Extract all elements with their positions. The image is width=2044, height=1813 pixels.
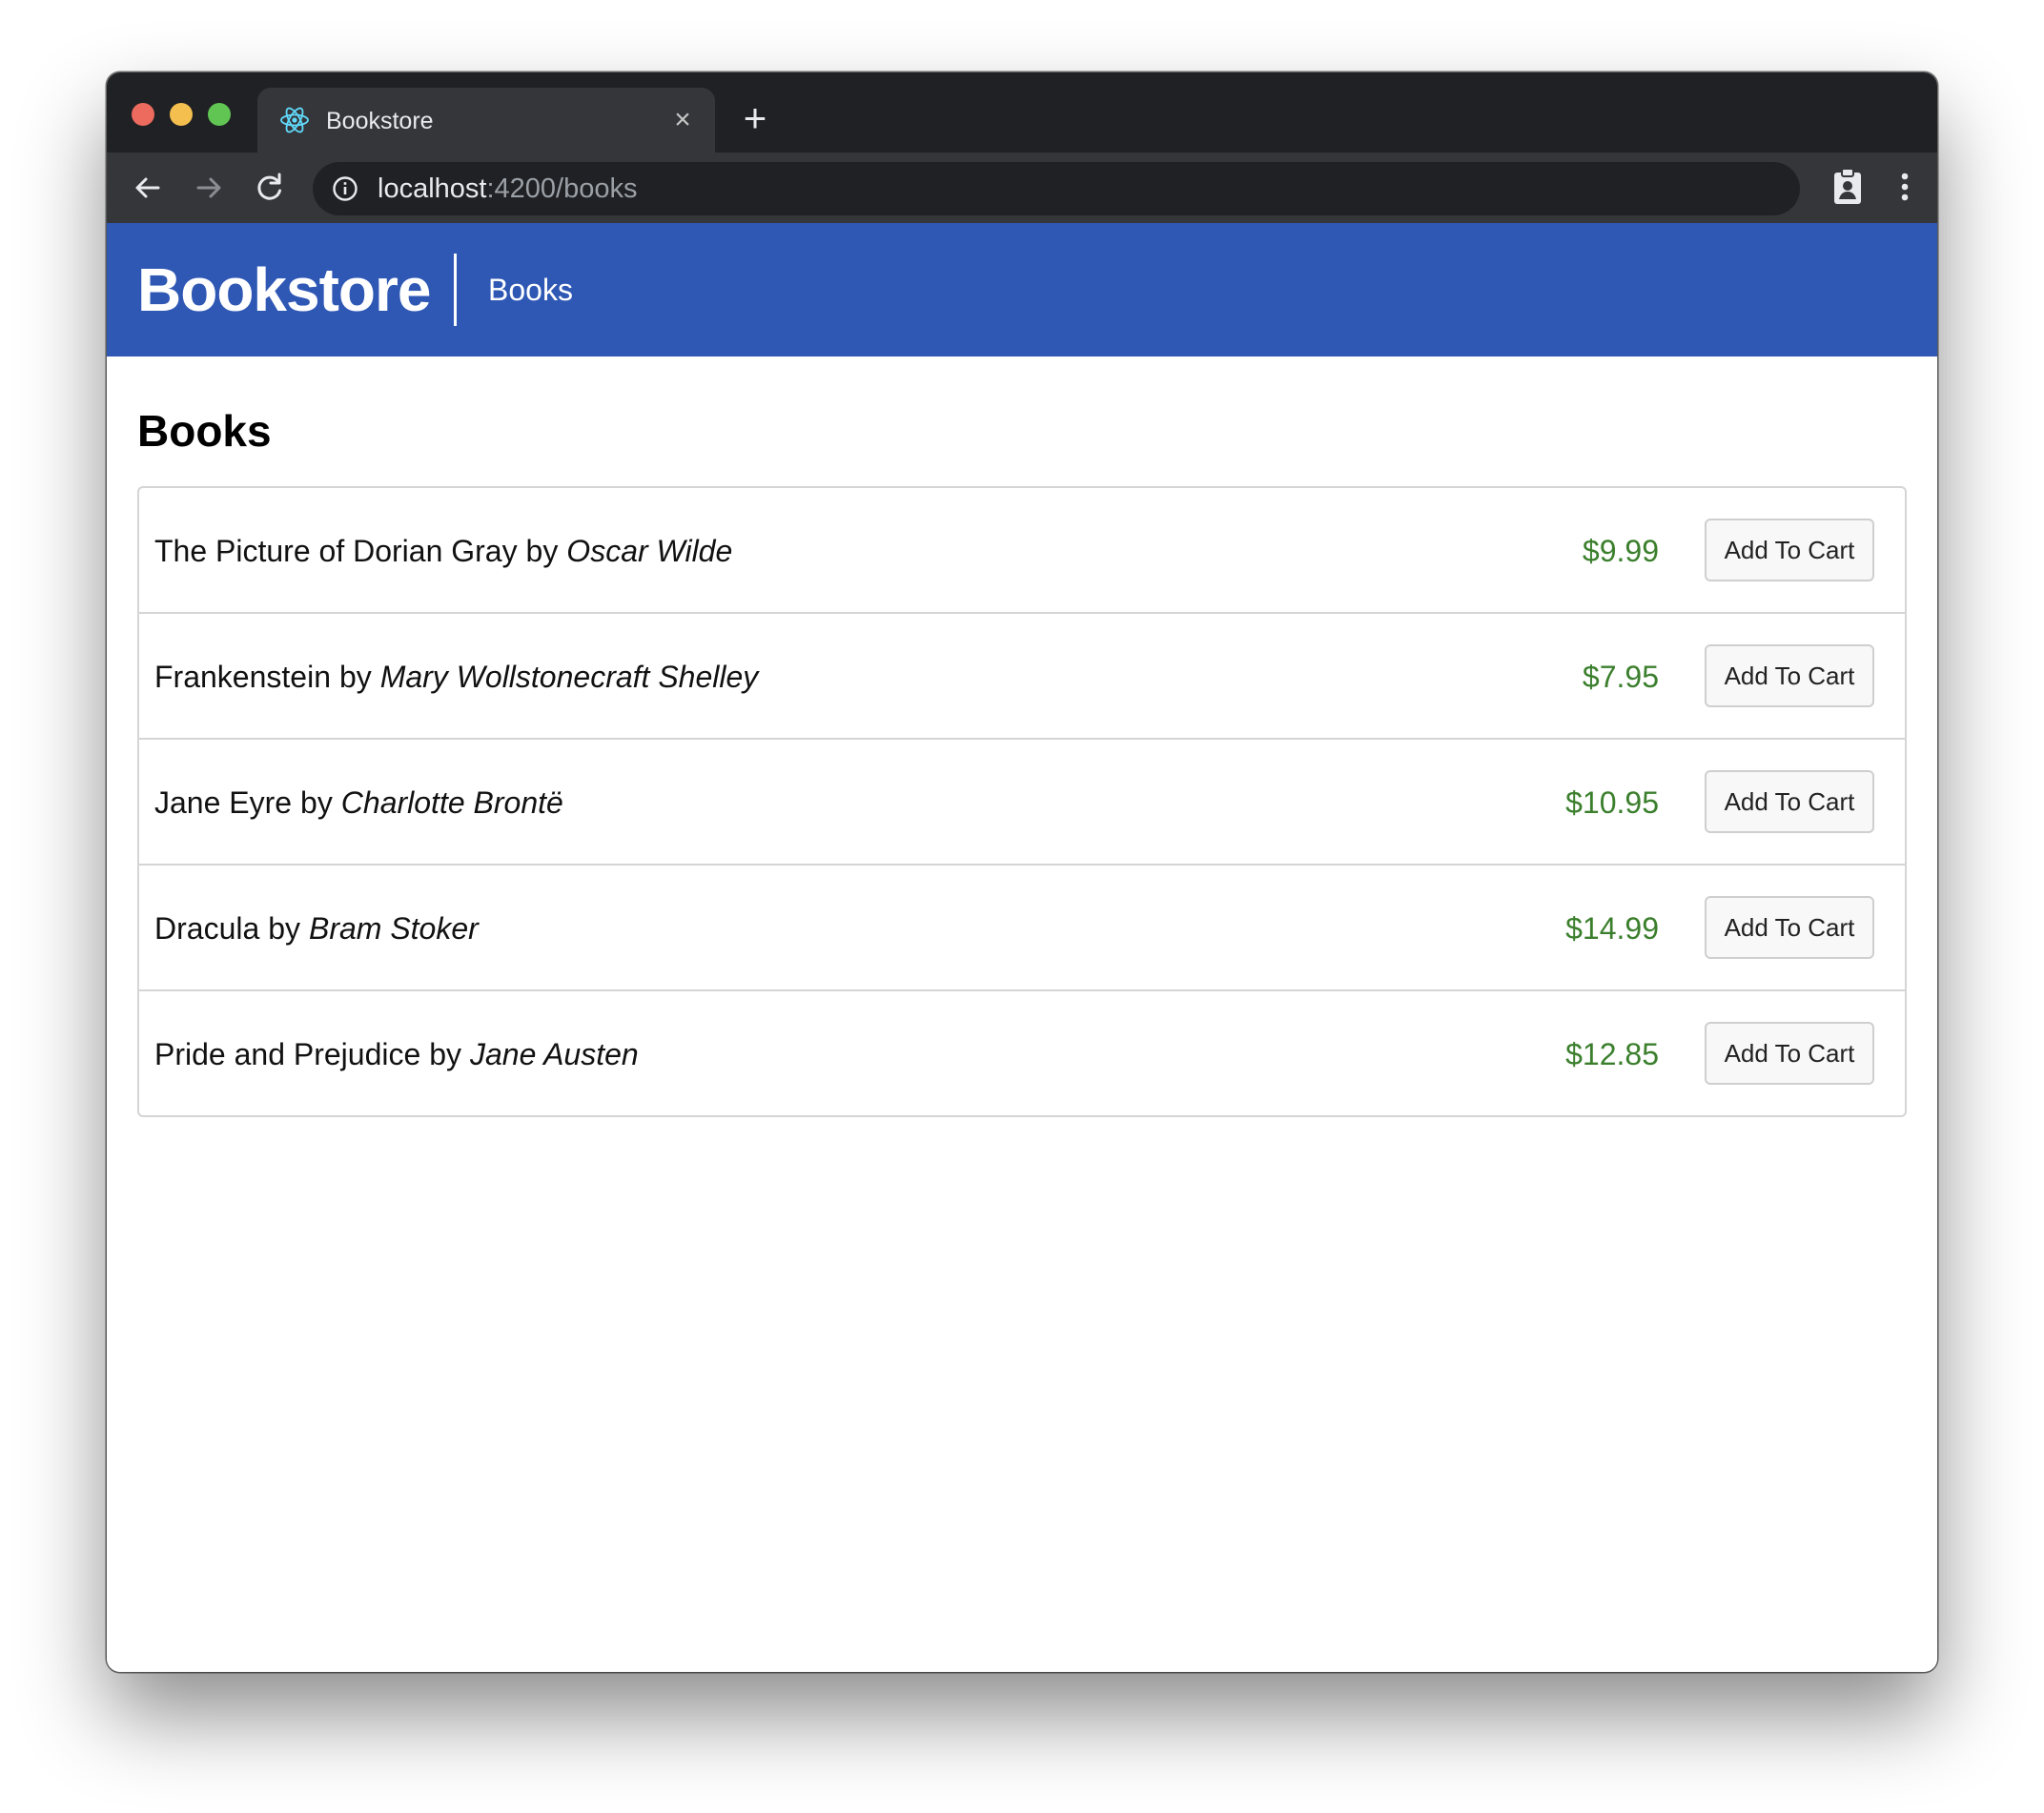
book-title: Dracula bbox=[154, 911, 260, 946]
by-word: by bbox=[429, 1037, 462, 1071]
tab-bookstore[interactable]: Bookstore × bbox=[257, 88, 715, 153]
add-to-cart-button[interactable]: Add To Cart bbox=[1705, 896, 1874, 959]
book-title: Jane Eyre bbox=[154, 785, 293, 820]
book-list-item: Dracula by Bram Stoker $14.99 Add To Cart bbox=[139, 866, 1905, 991]
book-list-item: Frankenstein by Mary Wollstonecraft Shelle… bbox=[139, 614, 1905, 740]
book-list-item: Jane Eyre by Charlotte Brontë $10.95 Add T… bbox=[139, 740, 1905, 866]
browser-toolbar: localhost:4200/books bbox=[107, 153, 1937, 223]
book-description: Jane Eyre by Charlotte Brontë bbox=[154, 784, 563, 822]
brand-logo[interactable]: Bookstore bbox=[137, 254, 431, 326]
reload-icon[interactable] bbox=[248, 166, 292, 210]
more-vertical-icon[interactable] bbox=[1882, 164, 1928, 210]
react-atom-icon bbox=[278, 104, 311, 136]
zoom-window-button[interactable] bbox=[208, 103, 231, 126]
new-tab-button[interactable]: + bbox=[732, 95, 778, 141]
by-word: by bbox=[338, 660, 372, 694]
browser-window: Bookstore × + localhost:4200/books Books… bbox=[107, 72, 1937, 1672]
page-content: Bookstore Books Books The Picture of Dor… bbox=[107, 223, 1937, 1672]
book-price: $9.99 bbox=[1582, 534, 1659, 568]
forward-arrow-icon[interactable] bbox=[187, 166, 231, 210]
nav-link-books[interactable]: Books bbox=[488, 271, 573, 309]
by-word: by bbox=[268, 911, 301, 946]
back-arrow-icon[interactable] bbox=[126, 166, 170, 210]
by-word: by bbox=[525, 534, 559, 568]
add-to-cart-button[interactable]: Add To Cart bbox=[1705, 1022, 1874, 1085]
tab-title: Bookstore bbox=[326, 108, 434, 134]
url-path: :4200/books bbox=[486, 173, 638, 204]
book-title: Frankenstein bbox=[154, 660, 331, 694]
book-author: Oscar Wilde bbox=[566, 534, 733, 568]
book-list: The Picture of Dorian Gray by Oscar Wilde … bbox=[137, 486, 1907, 1117]
nav-divider bbox=[454, 254, 457, 326]
book-list-item: The Picture of Dorian Gray by Oscar Wilde … bbox=[139, 488, 1905, 614]
book-list-item: Pride and Prejudice by Jane Austen $12.85 … bbox=[139, 991, 1905, 1117]
minimize-window-button[interactable] bbox=[170, 103, 193, 126]
book-price: $7.95 bbox=[1582, 660, 1659, 694]
book-description: Pride and Prejudice by Jane Austen bbox=[154, 1035, 639, 1073]
book-description: The Picture of Dorian Gray by Oscar Wilde bbox=[154, 532, 732, 570]
info-icon[interactable] bbox=[332, 175, 358, 202]
page-title: Books bbox=[137, 406, 272, 456]
book-author: Charlotte Brontë bbox=[340, 785, 563, 820]
book-title: Pride and Prejudice bbox=[154, 1037, 421, 1071]
add-to-cart-button[interactable]: Add To Cart bbox=[1705, 644, 1874, 707]
close-tab-icon[interactable]: × bbox=[665, 103, 700, 137]
book-author: Jane Austen bbox=[469, 1037, 639, 1071]
close-window-button[interactable] bbox=[132, 103, 154, 126]
book-description: Dracula by Bram Stoker bbox=[154, 909, 479, 947]
url-host: localhost bbox=[378, 173, 487, 204]
by-word: by bbox=[300, 785, 333, 820]
add-to-cart-button[interactable]: Add To Cart bbox=[1705, 770, 1874, 833]
book-title: The Picture of Dorian Gray bbox=[154, 534, 518, 568]
address-bar[interactable]: localhost:4200/books bbox=[313, 162, 1800, 215]
app-navbar: Bookstore Books bbox=[107, 223, 1937, 356]
clipboard-profile-icon[interactable] bbox=[1825, 164, 1870, 210]
book-price: $10.95 bbox=[1565, 785, 1659, 820]
book-price: $14.99 bbox=[1565, 911, 1659, 946]
tab-strip: Bookstore × + bbox=[107, 72, 1937, 153]
add-to-cart-button[interactable]: Add To Cart bbox=[1705, 519, 1874, 581]
book-author: Bram Stoker bbox=[308, 911, 479, 946]
book-description: Frankenstein by Mary Wollstonecraft Shelle… bbox=[154, 658, 758, 696]
url-text: localhost:4200/books bbox=[378, 172, 637, 206]
book-price: $12.85 bbox=[1565, 1037, 1659, 1071]
book-author: Mary Wollstonecraft Shelley bbox=[379, 660, 759, 694]
